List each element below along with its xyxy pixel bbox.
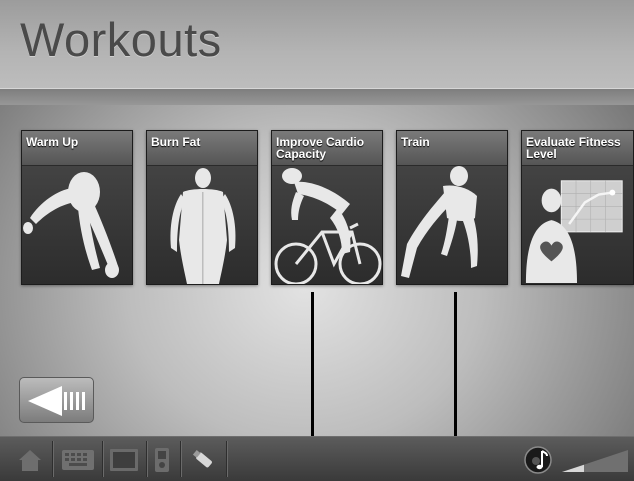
taskbar-separator	[226, 441, 228, 477]
card-label: Improve Cardio Capacity	[276, 135, 365, 161]
back-button[interactable]	[19, 377, 94, 423]
volume-level-icon[interactable]	[560, 443, 630, 477]
card-header: Train	[397, 131, 507, 166]
usb-drive-icon[interactable]	[188, 443, 220, 477]
back-arrow-icon	[28, 386, 85, 416]
fitness-evaluation-icon	[525, 180, 623, 283]
workout-card-warm-up[interactable]: Warm Up	[21, 130, 133, 285]
header-divider-band	[0, 89, 634, 105]
card-header: Burn Fat	[147, 131, 257, 166]
stretching-figure-icon	[23, 172, 119, 278]
sprinter-start-icon	[401, 166, 478, 278]
card-label: Evaluate Fitness Level	[526, 135, 621, 161]
cyclist-icon	[274, 168, 382, 284]
card-label: Burn Fat	[151, 135, 201, 149]
workout-card-train[interactable]: Train	[396, 130, 508, 285]
standing-figure-icon	[170, 168, 236, 284]
card-header: Warm Up	[22, 131, 132, 166]
card-header: Improve Cardio Capacity	[272, 131, 382, 166]
media-player-icon[interactable]	[152, 443, 172, 477]
taskbar-separator	[102, 441, 104, 477]
taskbar-separator	[146, 441, 148, 477]
taskbar-separator	[52, 441, 54, 477]
workout-card-improve-cardio[interactable]: Improve Cardio Capacity	[271, 130, 383, 285]
card-label: Train	[401, 135, 430, 149]
workout-card-burn-fat[interactable]: Burn Fat	[146, 130, 258, 285]
taskbar-separator	[180, 441, 182, 477]
display-icon[interactable]	[108, 443, 140, 477]
workout-card-evaluate-fitness[interactable]: Evaluate Fitness Level	[521, 130, 634, 285]
keyboard-icon[interactable]	[60, 443, 96, 477]
card-label: Warm Up	[26, 135, 79, 149]
taskbar	[0, 436, 634, 481]
header-bar: Workouts	[0, 0, 634, 89]
card-header: Evaluate Fitness Level	[522, 131, 633, 166]
music-note-icon[interactable]	[521, 443, 555, 477]
page-title: Workouts	[20, 13, 222, 66]
home-icon[interactable]	[14, 443, 46, 477]
